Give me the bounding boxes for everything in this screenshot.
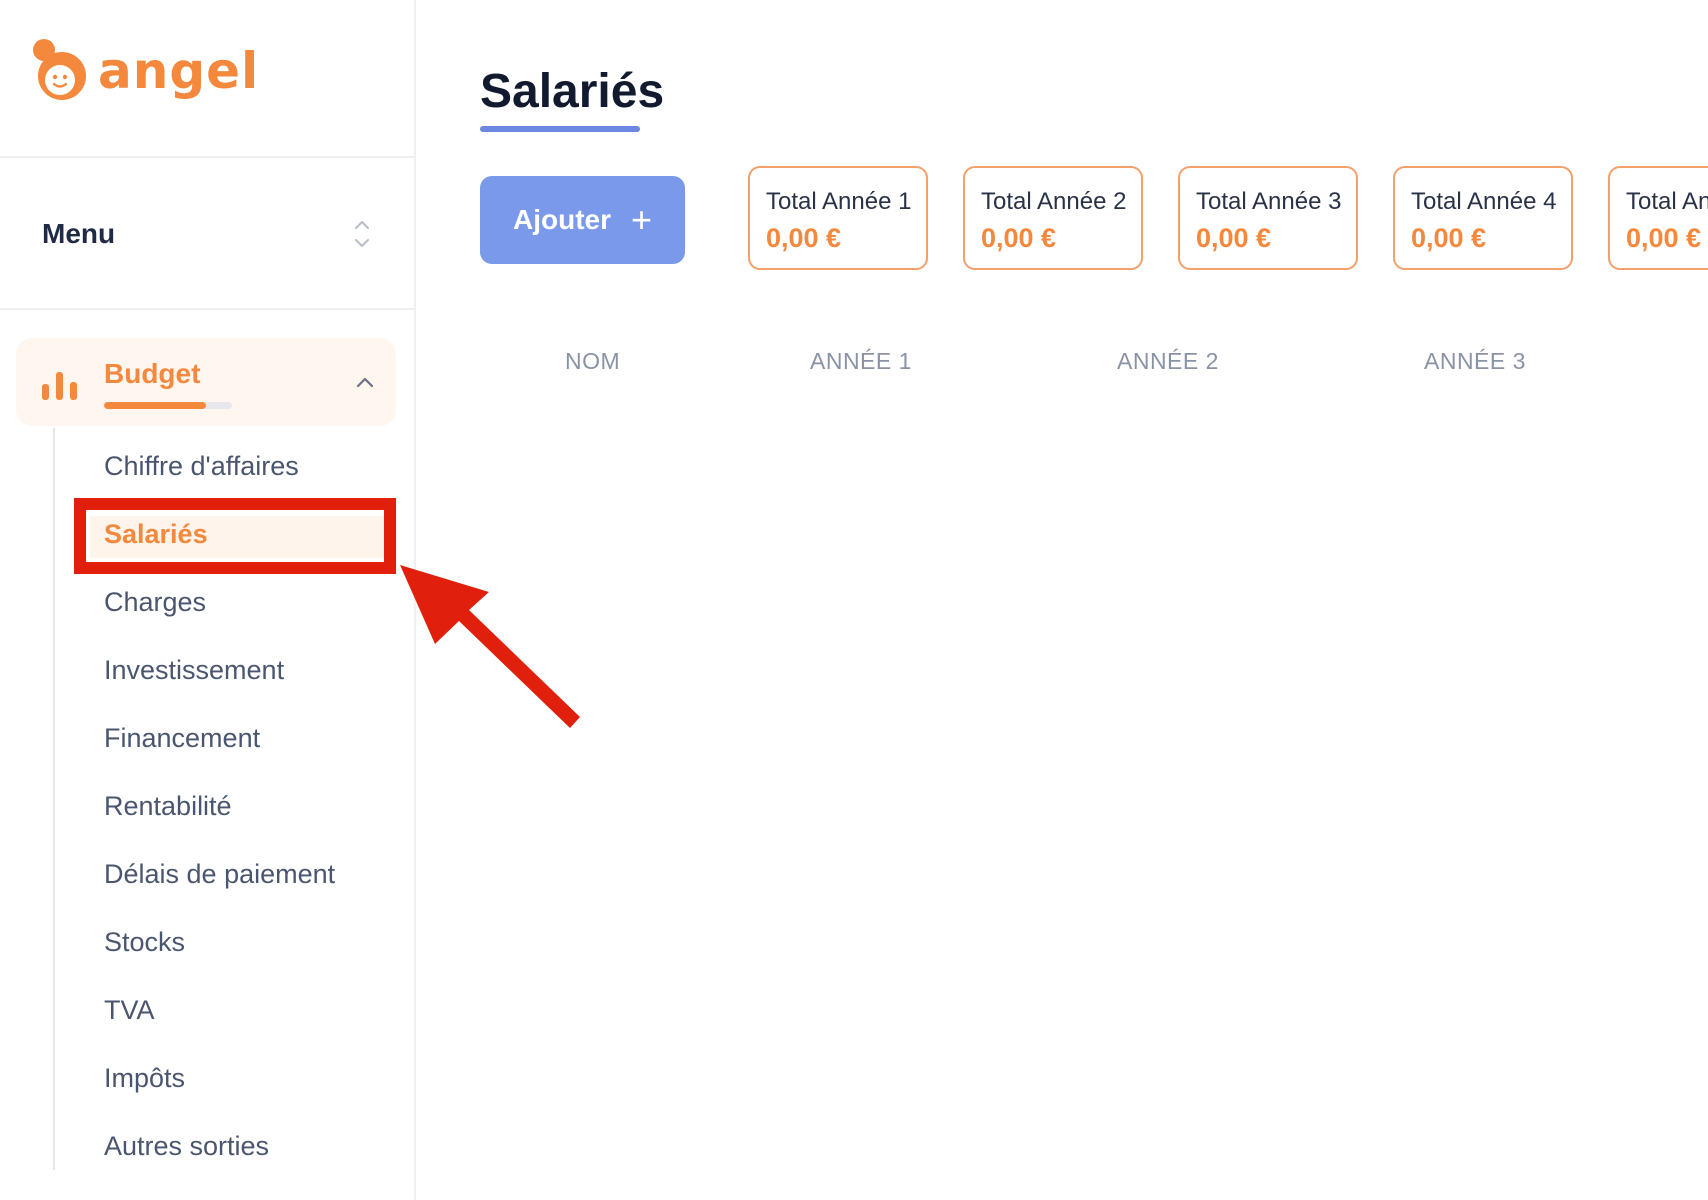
- total-value: 0,00 €: [1411, 223, 1487, 253]
- divider: [0, 308, 414, 310]
- menu-label: Menu: [42, 218, 116, 249]
- totals-row: Total Année 1 0,00 € Total Année 2 0,00 …: [748, 166, 1708, 276]
- sidebar-item-tva[interactable]: TVA: [104, 988, 335, 1056]
- sidebar-item-financement[interactable]: Financement: [104, 716, 335, 784]
- angel-logo[interactable]: angel: [30, 36, 280, 116]
- column-header-annee-1[interactable]: ANNÉE 1: [810, 348, 912, 375]
- total-value: 0,00 €: [766, 223, 842, 253]
- sidebar-item-investissement[interactable]: Investissement: [104, 648, 335, 716]
- total-label: Total Année 3: [1196, 188, 1342, 215]
- total-label: Total Année 2: [981, 188, 1127, 215]
- column-header-annee-2[interactable]: ANNÉE 2: [1117, 348, 1219, 375]
- total-label: Total Année 4: [1411, 188, 1557, 215]
- sidebar-item-delais-paiement[interactable]: Délais de paiement: [104, 852, 335, 920]
- total-value: 0,00 €: [981, 223, 1057, 253]
- page-title: Salariés: [480, 65, 665, 118]
- total-label: Total Année 5: [1626, 188, 1708, 215]
- total-value: 0,00 €: [1626, 223, 1702, 253]
- add-button-label: Ajouter: [512, 204, 611, 235]
- sidebar-item-charges[interactable]: Charges: [104, 580, 335, 648]
- sidebar-item-rentabilite[interactable]: Rentabilité: [104, 784, 335, 852]
- total-label: Total Année 1: [766, 188, 912, 215]
- title-underline: [480, 126, 640, 132]
- total-card-year-1: Total Année 1 0,00 €: [748, 166, 928, 270]
- add-employee-button[interactable]: Ajouter +: [480, 176, 685, 264]
- total-card-year-2: Total Année 2 0,00 €: [963, 166, 1143, 270]
- sidebar-item-stocks[interactable]: Stocks: [104, 920, 335, 988]
- annotation-arrow-icon: [400, 565, 580, 728]
- column-header-annee-3[interactable]: ANNÉE 3: [1424, 348, 1526, 375]
- sort-updown-icon: [355, 221, 369, 247]
- sidebar-item-impots[interactable]: Impôts: [104, 1056, 335, 1124]
- total-card-year-3: Total Année 3 0,00 €: [1178, 166, 1358, 270]
- sidebar-item-autres-sorties[interactable]: Autres sorties: [104, 1124, 335, 1192]
- total-card-year-5: Total Année 5 0,00 €: [1608, 166, 1708, 270]
- chevron-up-icon[interactable]: [356, 376, 374, 388]
- budget-progress-bar: [104, 402, 232, 409]
- annotation-highlight-box: [74, 498, 396, 574]
- total-value: 0,00 €: [1196, 223, 1272, 253]
- angel-logo-icon: [33, 39, 86, 100]
- sidebar: angel Menu Budget Chiffre d'affaires Sal…: [0, 0, 416, 1200]
- total-card-year-4: Total Année 4 0,00 €: [1393, 166, 1573, 270]
- logo-wordmark: angel: [98, 42, 260, 100]
- column-header-nom[interactable]: NOM: [565, 348, 620, 375]
- menu-toggle[interactable]: Menu: [42, 214, 372, 254]
- bar-chart-icon: [42, 372, 77, 400]
- budget-label: Budget: [104, 358, 201, 389]
- divider: [0, 156, 414, 158]
- budget-progress-fill: [104, 402, 207, 409]
- sidebar-section-budget[interactable]: Budget: [16, 338, 396, 426]
- plus-icon: +: [630, 199, 653, 240]
- submenu-tree-line: [53, 428, 55, 1170]
